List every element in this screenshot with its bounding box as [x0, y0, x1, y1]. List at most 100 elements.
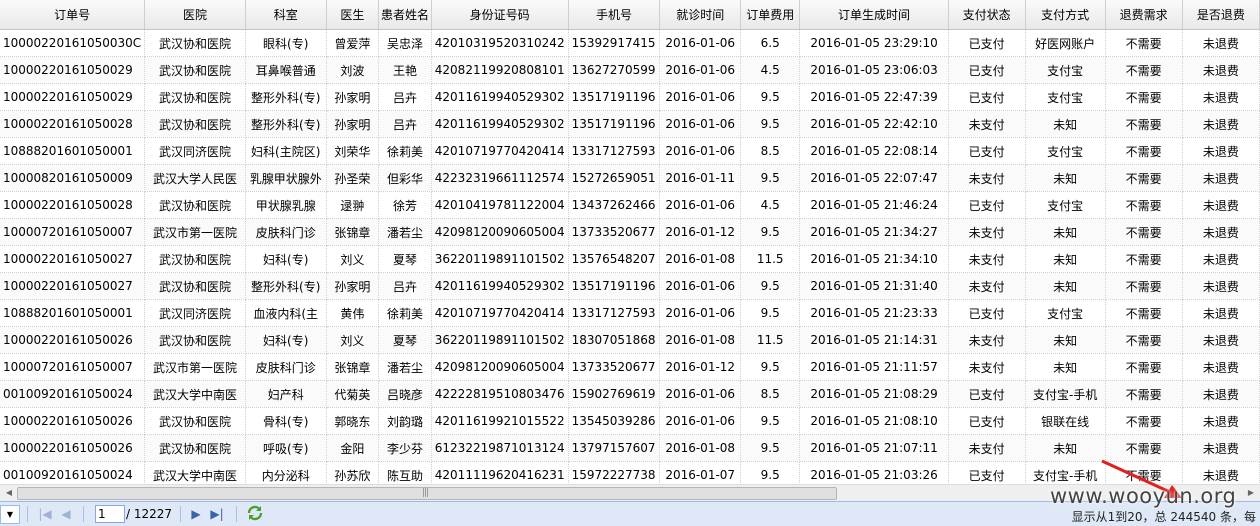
table-cell: 武汉市第一医院 — [144, 353, 246, 381]
table-cell: 不需要 — [1105, 137, 1183, 165]
table-cell: 刘荣华 — [326, 137, 380, 165]
table-row[interactable]: 10000220161050027 武汉协和医院 妇科(专) 刘义 夏琴 36220119… — [0, 245, 1260, 273]
table-cell: 未退费 — [1182, 110, 1260, 138]
column-header[interactable]: 支付方式 — [1025, 0, 1106, 30]
table-row[interactable]: 10000220161050028 武汉协和医院 甲状腺乳腺 逯翀 徐芳 42010419… — [0, 191, 1260, 219]
table-row[interactable]: 10000220161050029 武汉协和医院 耳鼻喉普通 刘波 王艳 42082119… — [0, 56, 1260, 84]
last-page-icon[interactable]: ▶| — [208, 505, 226, 523]
table-cell: 武汉协和医院 — [144, 326, 246, 354]
table-cell: 42098120090605004 — [431, 353, 569, 381]
table-cell: 2016-01-05 22:08:14 — [799, 137, 949, 165]
table-cell: 15902769619 — [568, 380, 661, 408]
table-cell: 不需要 — [1105, 29, 1183, 57]
table-row[interactable]: 10000220161050028 武汉协和医院 整形外科(专) 孙家明 吕卉 42011… — [0, 110, 1260, 138]
table-cell: 9.5 — [740, 164, 801, 192]
table-cell: 徐莉美 — [378, 137, 432, 165]
table-cell: 10000220161050030C — [0, 29, 146, 57]
column-header[interactable]: 订单号 — [0, 0, 146, 30]
table-cell: 42010319520310242 — [431, 29, 569, 57]
next-page-icon[interactable]: ▶ — [188, 505, 204, 523]
column-header[interactable]: 医生 — [326, 0, 380, 30]
table-row[interactable]: 10000820161050009 武汉大学人民医 乳腺甲状腺外 孙圣荣 但彩华 4223… — [0, 164, 1260, 192]
table-cell: 妇科(主院区) — [245, 137, 327, 165]
table-cell: 不需要 — [1105, 56, 1183, 84]
table-row[interactable]: 10000220161050026 武汉协和医院 骨科(专) 郭晓东 刘韵璐 420116… — [0, 407, 1260, 435]
column-header[interactable]: 是否退费 — [1182, 0, 1260, 30]
pager-info-text: 显示从1到20，总 244540 条，每 — [1071, 510, 1256, 524]
table-cell: 9.5 — [740, 407, 801, 435]
table-row[interactable]: 00100920161050024 武汉大学中南医 妇产科 代菊英 吕晓彦 4222281… — [0, 380, 1260, 408]
table-cell: 10000220161050026 — [0, 407, 146, 435]
table-cell: 13517191196 — [568, 272, 661, 300]
table-row[interactable]: 10000220161050026 武汉协和医院 呼吸(专) 金阳 李少芬 6123221… — [0, 434, 1260, 462]
first-page-icon[interactable]: |◀ — [36, 505, 54, 523]
table-cell: 不需要 — [1105, 272, 1183, 300]
table-cell: 2016-01-12 — [659, 218, 741, 246]
table-row[interactable]: 10888201601050001 武汉同济医院 血液内科(主 黄伟 徐莉美 420107… — [0, 299, 1260, 327]
table-cell: 2016-01-05 21:34:27 — [799, 218, 949, 246]
table-cell: 2016-01-05 21:14:31 — [799, 326, 949, 354]
table-cell: 15972227738 — [568, 461, 661, 484]
table-cell: 未支付 — [948, 110, 1026, 138]
table-cell: 2016-01-05 21:23:33 — [799, 299, 949, 327]
table-cell: 支付宝-手机 — [1025, 380, 1106, 408]
table-cell: 2016-01-06 — [659, 191, 741, 219]
table-cell: 2016-01-08 — [659, 326, 741, 354]
column-header[interactable]: 手机号 — [568, 0, 661, 30]
table-row[interactable]: 10000220161050026 武汉协和医院 妇科(专) 刘义 夏琴 36220119… — [0, 326, 1260, 354]
table-cell: 2016-01-12 — [659, 353, 741, 381]
table-cell: 未退费 — [1182, 137, 1260, 165]
table-cell: 未支付 — [948, 434, 1026, 462]
table-cell: 血液内科(主 — [245, 299, 327, 327]
table-row[interactable]: 10000720161050007 武汉市第一医院 皮肤科门诊 张锦章 潘若尘 42098… — [0, 353, 1260, 381]
table-cell: 未知 — [1025, 326, 1106, 354]
table-cell: 9.5 — [740, 299, 801, 327]
table-cell: 夏琴 — [378, 326, 432, 354]
table-cell: 2016-01-11 — [659, 164, 741, 192]
table-cell: 2016-01-05 23:06:03 — [799, 56, 949, 84]
table-cell: 10000220161050028 — [0, 191, 146, 219]
table-cell: 2016-01-05 22:07:47 — [799, 164, 949, 192]
column-header[interactable]: 身份证号码 — [431, 0, 569, 30]
table-cell: 不需要 — [1105, 353, 1183, 381]
scroll-right-icon[interactable]: ▶ — [1244, 487, 1258, 499]
table-cell: 好医网账户 — [1025, 29, 1106, 57]
scrollbar-thumb[interactable]: ||| — [17, 487, 837, 500]
refresh-icon[interactable] — [244, 505, 266, 523]
table-cell: 2016-01-06 — [659, 272, 741, 300]
table-cell: 乳腺甲状腺外 — [245, 164, 327, 192]
table-row[interactable]: 10000220161050030C 武汉协和医院 眼科(专) 曾爱萍 吴忠泽 42010… — [0, 29, 1260, 57]
column-header[interactable]: 订单生成时间 — [799, 0, 949, 30]
table-cell: 皮肤科门诊 — [245, 353, 327, 381]
table-cell: 13733520677 — [568, 218, 661, 246]
column-header[interactable]: 患者姓名 — [378, 0, 432, 30]
table-cell: 武汉大学中南医 — [144, 380, 246, 408]
table-cell: 银联在线 — [1025, 407, 1106, 435]
table-cell: 支付宝-手机 — [1025, 461, 1106, 484]
table-cell: 不需要 — [1105, 407, 1183, 435]
column-header[interactable]: 支付状态 — [948, 0, 1026, 30]
table-row[interactable]: 10000720161050007 武汉市第一医院 皮肤科门诊 张锦章 潘若尘 42098… — [0, 218, 1260, 246]
page-number-input[interactable] — [95, 505, 125, 523]
table-cell: 黄伟 — [326, 299, 380, 327]
table-row[interactable]: 10000220161050029 武汉协和医院 整形外科(专) 孙家明 吕卉 42011… — [0, 83, 1260, 111]
column-header[interactable]: 就诊时间 — [659, 0, 741, 30]
table-cell: 2016-01-05 22:47:39 — [799, 83, 949, 111]
table-cell: 未支付 — [948, 272, 1026, 300]
table-cell: 王艳 — [378, 56, 432, 84]
column-header[interactable]: 医院 — [144, 0, 246, 30]
table-row[interactable]: 00100920161050024 武汉大学中南医 内分泌科 孙苏欣 陈互助 420111… — [0, 461, 1260, 484]
table-cell: 内分泌科 — [245, 461, 327, 484]
column-header[interactable]: 科室 — [245, 0, 327, 30]
column-header[interactable]: 退费需求 — [1105, 0, 1183, 30]
table-row[interactable]: 10888201601050001 武汉同济医院 妇科(主院区) 刘荣华 徐莉美 4201… — [0, 137, 1260, 165]
table-cell: 未退费 — [1182, 272, 1260, 300]
scroll-left-icon[interactable]: ◀ — [2, 487, 16, 499]
table-cell: 逯翀 — [326, 191, 380, 219]
table-row[interactable]: 10000220161050027 武汉协和医院 整形外科(专) 孙家明 吕卉 42011… — [0, 272, 1260, 300]
column-header[interactable]: 订单费用 — [740, 0, 801, 30]
page-size-select[interactable]: ▼ — [0, 505, 20, 524]
prev-page-icon[interactable]: ◀ — [58, 505, 74, 523]
table-cell: 妇科(专) — [245, 245, 327, 273]
table-cell: 9.5 — [740, 353, 801, 381]
